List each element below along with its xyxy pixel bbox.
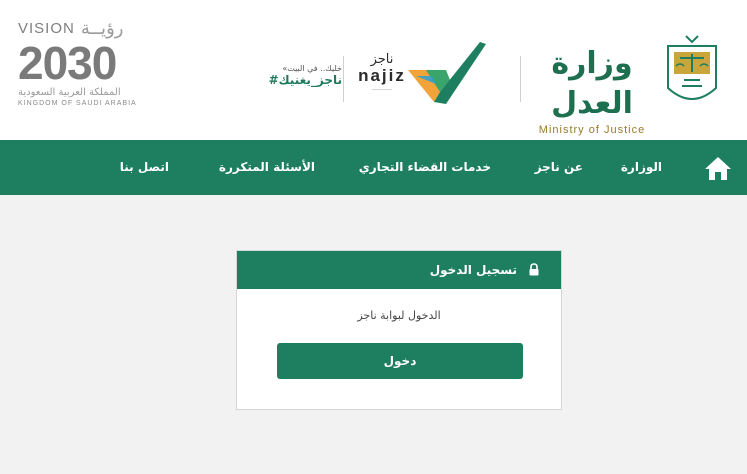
ministry-emblem-icon bbox=[667, 35, 717, 100]
login-title: تسجيل الدخول bbox=[429, 263, 517, 277]
ministry-of-justice-logo: وزارة العدل Ministry of Justice bbox=[524, 34, 660, 136]
vision-2030-logo: VISION رؤيــة 2030 المملكة العربية السعو… bbox=[18, 18, 168, 123]
site-header: VISION رؤيــة 2030 المملكة العربية السعو… bbox=[0, 0, 747, 140]
header-divider bbox=[520, 56, 521, 102]
ministry-name-arabic: وزارة العدل bbox=[551, 46, 633, 121]
login-button[interactable]: دخول bbox=[277, 343, 523, 379]
vision-country-english: KINGDOM OF SAUDI ARABIA bbox=[18, 100, 137, 107]
tagline-small: «خليك.. في البيت bbox=[282, 64, 342, 73]
login-description: الدخول لبوابة ناجز bbox=[357, 309, 441, 322]
lock-icon bbox=[529, 263, 539, 276]
login-panel: تسجيل الدخول الدخول لبوابة ناجز دخول bbox=[236, 250, 562, 410]
nav-item-faq[interactable]: الأسئلة المتكررة bbox=[219, 140, 315, 195]
najiz-check-icon bbox=[408, 42, 486, 104]
vision-country-arabic: المملكة العربية السعودية bbox=[18, 87, 121, 98]
nav-item-ministry[interactable]: الوزارة bbox=[621, 140, 662, 195]
home-icon[interactable] bbox=[704, 155, 732, 181]
nav-item-about-najiz[interactable]: عن ناجز bbox=[535, 140, 583, 195]
header-divider bbox=[343, 56, 344, 102]
ministry-name-english: Ministry of Justice bbox=[538, 124, 646, 136]
nav-item-commercial-services[interactable]: خدمات القضاء التجاري bbox=[359, 140, 491, 195]
tagline-hashtag: #ناجز_يغنيك bbox=[268, 73, 342, 87]
vision-word: VISION bbox=[18, 20, 75, 37]
main-navbar: الوزارة عن ناجز خدمات القضاء التجاري الأ… bbox=[0, 140, 747, 195]
nav-item-contact-us[interactable]: اتصل بنا bbox=[120, 140, 169, 195]
vision-year: 2030 bbox=[18, 37, 117, 89]
najiz-tagline: «خليك.. في البيت #ناجز_يغنيك bbox=[232, 64, 342, 87]
login-panel-header: تسجيل الدخول bbox=[237, 251, 561, 289]
vision-arabic: رؤيــة bbox=[80, 18, 124, 39]
